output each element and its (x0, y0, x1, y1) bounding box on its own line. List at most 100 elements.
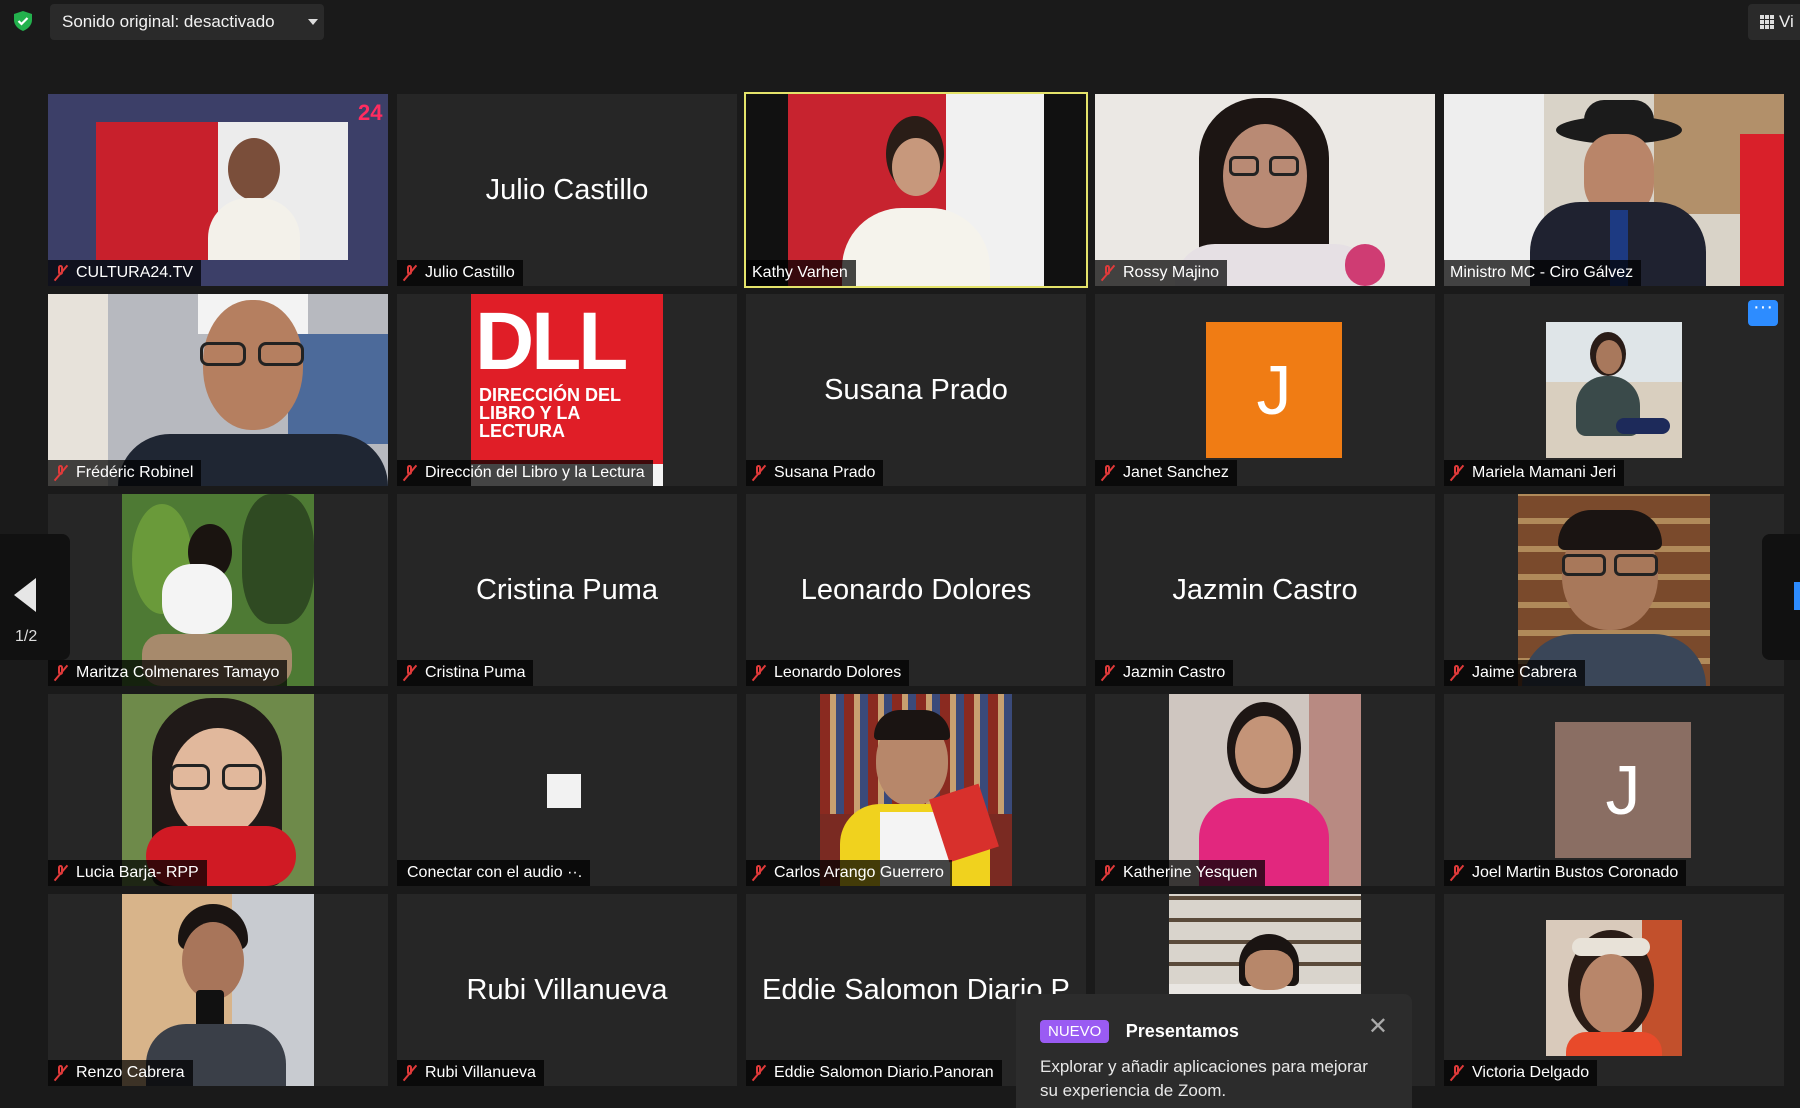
more-options-button[interactable]: ··· (1748, 297, 1778, 326)
participant-label: Janet Sanchez (1095, 460, 1237, 486)
participant-label: Kathy Varhen (746, 260, 856, 286)
participant-video (122, 494, 314, 686)
participant-label: Joel Martin Bustos Coronado (1444, 860, 1687, 886)
participant-label: Cristina Puma (397, 660, 534, 686)
grid-view-icon (1760, 15, 1774, 29)
participant-display-name: Cristina Puma (475, 573, 659, 606)
video-tile[interactable]: J Joel Martin Bustos Coronado (1444, 694, 1784, 886)
participant-label: Renzo Cabrera (48, 1060, 193, 1086)
mic-muted-icon (1101, 264, 1115, 282)
participant-label: Rossy Majino (1095, 260, 1228, 286)
participant-display-name: Rubi Villanueva (466, 973, 668, 1006)
mic-muted-icon (403, 664, 417, 682)
participant-video: 24 (48, 94, 388, 286)
mic-muted-icon (54, 664, 68, 682)
participant-label[interactable]: Conectar con el audio ··. (397, 860, 591, 886)
mic-muted-icon (752, 464, 766, 482)
original-sound-dropdown[interactable]: Sonido original: desactivado (50, 4, 324, 40)
participant-display-name: Susana Prado (824, 373, 1008, 406)
participant-video (48, 294, 388, 486)
participant-label: Jazmin Castro (1095, 660, 1234, 686)
participant-label: Katherine Yesquen (1095, 860, 1266, 886)
participant-label: Victoria Delgado (1444, 1060, 1598, 1086)
profile-photo (1546, 920, 1682, 1056)
video-tile[interactable]: ··· Mariela Mamani Jeri (1444, 294, 1784, 486)
video-tile[interactable]: Julio Castillo Julio Castillo (397, 94, 737, 286)
toast-title: Presentamos (1125, 1021, 1239, 1041)
participant-display-name: Jazmin Castro (1172, 573, 1358, 606)
avatar: J (1555, 722, 1691, 858)
page-indicator: 1/2 (15, 628, 38, 645)
apps-promo-toast: NUEVO Presentamos Explorar y añadir apli… (1016, 994, 1412, 1108)
video-tile[interactable]: Carlos Arango Guerrero (746, 694, 1086, 886)
original-sound-label: Sonido original: desactivado (62, 12, 275, 31)
mic-muted-icon (1101, 464, 1115, 482)
participant-label: Dirección del Libro y la Lectura (397, 460, 653, 486)
mic-muted-icon (1450, 464, 1464, 482)
mic-muted-icon (752, 1064, 766, 1082)
video-tile[interactable]: Jazmin Castro Jazmin Castro (1095, 494, 1435, 686)
video-tile[interactable]: Rubi Villanueva Rubi Villanueva (397, 894, 737, 1086)
dll-logo: DLL DIRECCIÓN DEL LIBRO Y LA LECTURA (471, 294, 663, 486)
participant-video (1518, 494, 1710, 686)
top-bar: Sonido original: desactivado Vi (0, 0, 1800, 44)
mic-muted-icon (1450, 664, 1464, 682)
participant-label: Jaime Cabrera (1444, 660, 1585, 686)
video-tile[interactable]: Conectar con el audio ··. (397, 694, 737, 886)
participant-label: Carlos Arango Guerrero (746, 860, 952, 886)
mic-muted-icon (1450, 1064, 1464, 1082)
mic-muted-icon (403, 264, 417, 282)
participant-label: Susana Prado (746, 460, 884, 486)
mic-muted-icon (1101, 664, 1115, 682)
video-tile[interactable]: J Janet Sanchez (1095, 294, 1435, 486)
previous-page-button[interactable]: 1/2 (0, 534, 70, 660)
shield-check-icon[interactable] (12, 10, 34, 32)
arrow-left-icon (14, 578, 36, 612)
next-page-button[interactable] (1762, 534, 1800, 660)
participant-label: Eddie Salomon Diario.Panoran (746, 1060, 1002, 1086)
video-tile[interactable]: Leonardo Dolores Leonardo Dolores (746, 494, 1086, 686)
video-tile[interactable]: Susana Prado Susana Prado (746, 294, 1086, 486)
mic-muted-icon (1101, 864, 1115, 882)
mic-muted-icon (752, 664, 766, 682)
video-tile[interactable]: 24 CULTURA24.TV (48, 94, 388, 286)
participant-video (820, 694, 1012, 886)
video-tile[interactable]: Jaime Cabrera (1444, 494, 1784, 686)
video-tile[interactable]: Renzo Cabrera (48, 894, 388, 1086)
participant-label: Julio Castillo (397, 260, 523, 286)
participant-label: Lucia Barja- RPP (48, 860, 207, 886)
video-tile[interactable]: Frédéric Robinel (48, 294, 388, 486)
participant-label: Frédéric Robinel (48, 460, 202, 486)
mic-muted-icon (54, 464, 68, 482)
participant-video (122, 894, 314, 1086)
video-tile[interactable]: DLL DIRECCIÓN DEL LIBRO Y LA LECTURA Dir… (397, 294, 737, 486)
mic-muted-icon (403, 464, 417, 482)
participant-label: Maritza Colmenares Tamayo (48, 660, 288, 686)
chevron-down-icon (308, 19, 318, 25)
participant-video (1444, 94, 1784, 286)
participant-video (1095, 94, 1435, 286)
video-tile[interactable]: Maritza Colmenares Tamayo (48, 494, 388, 686)
video-tile[interactable]: Katherine Yesquen (1095, 694, 1435, 886)
participant-label: Rubi Villanueva (397, 1060, 544, 1086)
new-badge: NUEVO (1040, 1020, 1110, 1043)
mic-muted-icon (752, 864, 766, 882)
mic-muted-icon (54, 864, 68, 882)
close-icon[interactable]: ✕ (1368, 1012, 1388, 1041)
arrow-right-icon (1794, 582, 1800, 610)
video-tile[interactable]: Ministro MC - Ciro Gálvez (1444, 94, 1784, 286)
video-tile[interactable]: Lucia Barja- RPP (48, 694, 388, 886)
participant-label: CULTURA24.TV (48, 260, 202, 286)
participant-display-name: Leonardo Dolores (800, 573, 1032, 606)
mic-muted-icon (54, 264, 68, 282)
view-button[interactable]: Vi (1748, 4, 1800, 40)
video-tile[interactable]: Rossy Majino (1095, 94, 1435, 286)
participant-video (122, 694, 314, 886)
dll-logo-text: DLL (475, 296, 628, 387)
dll-logo-subtitle: DIRECCIÓN DEL LIBRO Y LA LECTURA (479, 385, 621, 441)
video-tile[interactable]: Victoria Delgado (1444, 894, 1784, 1086)
mic-muted-icon (54, 1064, 68, 1082)
video-tile-active-speaker[interactable]: Kathy Varhen (744, 92, 1088, 288)
participant-label: Mariela Mamani Jeri (1444, 460, 1625, 486)
video-tile[interactable]: Cristina Puma Cristina Puma (397, 494, 737, 686)
